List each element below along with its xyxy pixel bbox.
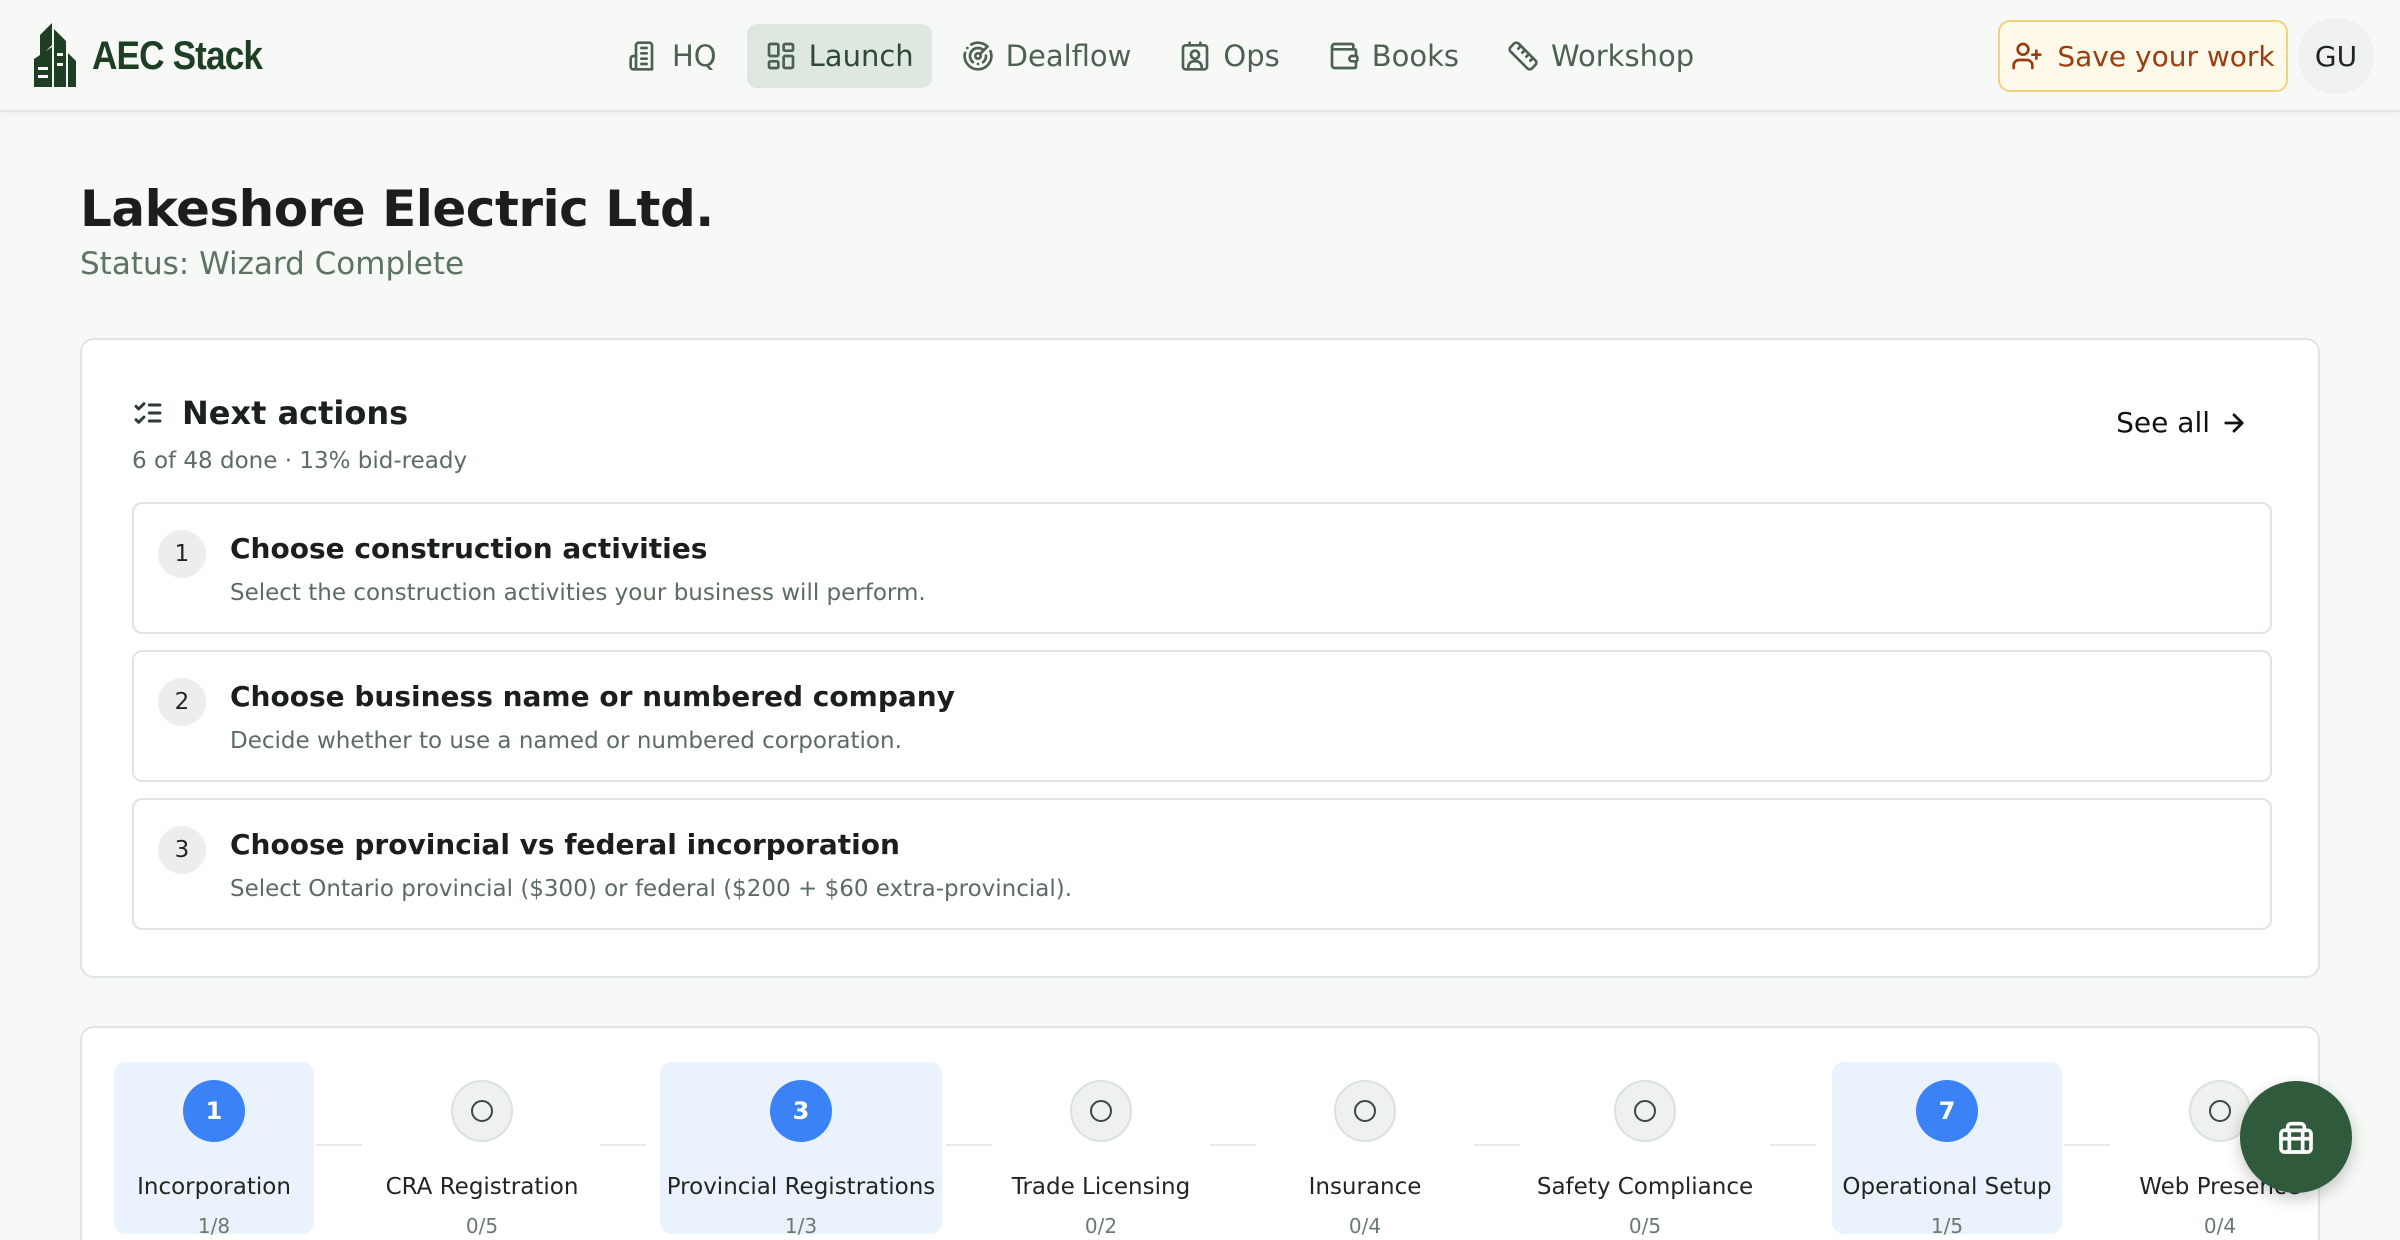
step-connector bbox=[946, 1144, 992, 1146]
step-number: 7 bbox=[1916, 1080, 1978, 1142]
next-actions-title: Next actions bbox=[182, 394, 409, 432]
step-count: 0/4 bbox=[1348, 1214, 1382, 1238]
avatar[interactable]: GU bbox=[2298, 18, 2374, 94]
save-your-work-button[interactable]: Save your work bbox=[1998, 20, 2288, 92]
nav-item-workshop[interactable]: Workshop bbox=[1489, 24, 1712, 88]
step-name: Insurance bbox=[1308, 1174, 1422, 1200]
step-operational-setup[interactable]: 7 Operational Setup 1/5 bbox=[1832, 1062, 2062, 1238]
nav-item-hq[interactable]: HQ bbox=[610, 24, 735, 88]
launch-stepper: 1 Incorporation 1/8 CRA Registration 0/5… bbox=[80, 1026, 2320, 1240]
circle-icon bbox=[1614, 1080, 1676, 1142]
step-cra-registration[interactable]: CRA Registration 0/5 bbox=[364, 1062, 600, 1238]
task-number-badge: 2 bbox=[158, 678, 206, 726]
task-description: Select the construction activities your … bbox=[230, 580, 926, 606]
company-status: Status: Wizard Complete bbox=[80, 246, 465, 282]
nav-item-ops[interactable]: Ops bbox=[1161, 24, 1297, 88]
contact-badge-icon bbox=[1182, 41, 1209, 71]
main-nav: HQ Launch Dealflow Ops Books Workshop bbox=[610, 24, 1712, 88]
nav-item-books[interactable]: Books bbox=[1310, 24, 1477, 88]
task-item[interactable]: 2 Choose business name or numbered compa… bbox=[132, 650, 2272, 782]
step-incorporation[interactable]: 1 Incorporation 1/8 bbox=[114, 1062, 314, 1238]
nav-item-dealflow[interactable]: Dealflow bbox=[944, 24, 1150, 88]
step-count: 1/5 bbox=[1930, 1214, 1964, 1238]
step-connector bbox=[1474, 1144, 1520, 1146]
step-number: 1 bbox=[183, 1080, 245, 1142]
wallet-icon bbox=[1330, 42, 1359, 70]
brand-name: AEC Stack bbox=[92, 33, 263, 78]
save-button-label: Save your work bbox=[2057, 39, 2275, 73]
nav-item-label: Books bbox=[1371, 39, 1460, 73]
step-insurance[interactable]: Insurance 0/4 bbox=[1258, 1062, 1472, 1238]
step-count: 0/5 bbox=[1628, 1214, 1662, 1238]
nav-item-label: Launch bbox=[808, 39, 914, 73]
building-icon bbox=[629, 41, 654, 71]
step-connector bbox=[1770, 1144, 1816, 1146]
task-title: Choose provincial vs federal incorporati… bbox=[230, 828, 900, 861]
step-name: Safety Compliance bbox=[1536, 1174, 1754, 1200]
circle-icon bbox=[1070, 1080, 1132, 1142]
step-connector bbox=[1210, 1144, 1256, 1146]
see-all-link[interactable]: See all bbox=[2116, 406, 2248, 439]
nav-item-label: Workshop bbox=[1551, 39, 1695, 73]
task-description: Select Ontario provincial ($300) or fede… bbox=[230, 876, 1073, 902]
step-connector bbox=[2064, 1144, 2110, 1146]
step-connector bbox=[600, 1144, 646, 1146]
step-number: 3 bbox=[770, 1080, 832, 1142]
nav-item-label: HQ bbox=[672, 39, 717, 73]
gift-icon bbox=[2279, 1121, 2313, 1154]
arrow-right-icon bbox=[2224, 412, 2244, 433]
next-actions-header: Next actions bbox=[132, 394, 408, 432]
task-item[interactable]: 1 Choose construction activities Select … bbox=[132, 502, 2272, 634]
step-trade-licensing[interactable]: Trade Licensing 0/2 bbox=[994, 1062, 1208, 1238]
step-name: Operational Setup bbox=[1842, 1174, 2052, 1200]
nav-item-launch[interactable]: Launch bbox=[746, 24, 932, 88]
nav-item-label: Dealflow bbox=[1005, 39, 1132, 73]
step-name: Incorporation bbox=[137, 1174, 291, 1200]
task-description: Decide whether to use a named or numbere… bbox=[230, 728, 902, 754]
layout-grid-icon bbox=[767, 42, 794, 70]
task-title: Choose construction activities bbox=[230, 532, 708, 565]
step-provincial-registrations[interactable]: 3 Provincial Registrations 1/3 bbox=[660, 1062, 942, 1238]
page-title: Lakeshore Electric Ltd. bbox=[80, 180, 714, 238]
step-count: 0/4 bbox=[2203, 1214, 2237, 1238]
building-logo-icon bbox=[34, 23, 76, 87]
ruler-icon bbox=[1508, 41, 1538, 71]
radar-icon bbox=[962, 41, 993, 71]
task-number-badge: 3 bbox=[158, 826, 206, 874]
user-plus-icon bbox=[2012, 42, 2043, 70]
step-connector bbox=[316, 1144, 362, 1146]
nav-item-label: Ops bbox=[1223, 39, 1280, 73]
task-item[interactable]: 3 Choose provincial vs federal incorpora… bbox=[132, 798, 2272, 930]
task-title: Choose business name or numbered company bbox=[230, 680, 955, 713]
brand[interactable]: AEC Stack bbox=[30, 22, 285, 90]
step-safety-compliance[interactable]: Safety Compliance 0/5 bbox=[1522, 1062, 1768, 1238]
step-count: 1/8 bbox=[197, 1214, 231, 1238]
see-all-label: See all bbox=[2116, 406, 2210, 439]
step-count: 0/2 bbox=[1084, 1214, 1118, 1238]
step-name: Trade Licensing bbox=[1011, 1174, 1191, 1200]
step-name: CRA Registration bbox=[385, 1174, 579, 1200]
task-number-badge: 1 bbox=[158, 530, 206, 578]
circle-icon bbox=[451, 1080, 513, 1142]
step-count: 0/5 bbox=[465, 1214, 499, 1238]
top-navigation-bar: AEC Stack HQ Launch Dealflow Ops Books W… bbox=[0, 0, 2400, 112]
next-actions-card: Next actions 6 of 48 done · 13% bid-read… bbox=[80, 338, 2320, 978]
circle-icon bbox=[1334, 1080, 1396, 1142]
list-checks-icon bbox=[134, 402, 162, 424]
gift-button[interactable] bbox=[2240, 1081, 2352, 1193]
step-count: 1/3 bbox=[784, 1214, 818, 1238]
progress-summary: 6 of 48 done · 13% bid-ready bbox=[132, 448, 468, 474]
step-name: Provincial Registrations bbox=[666, 1174, 936, 1200]
